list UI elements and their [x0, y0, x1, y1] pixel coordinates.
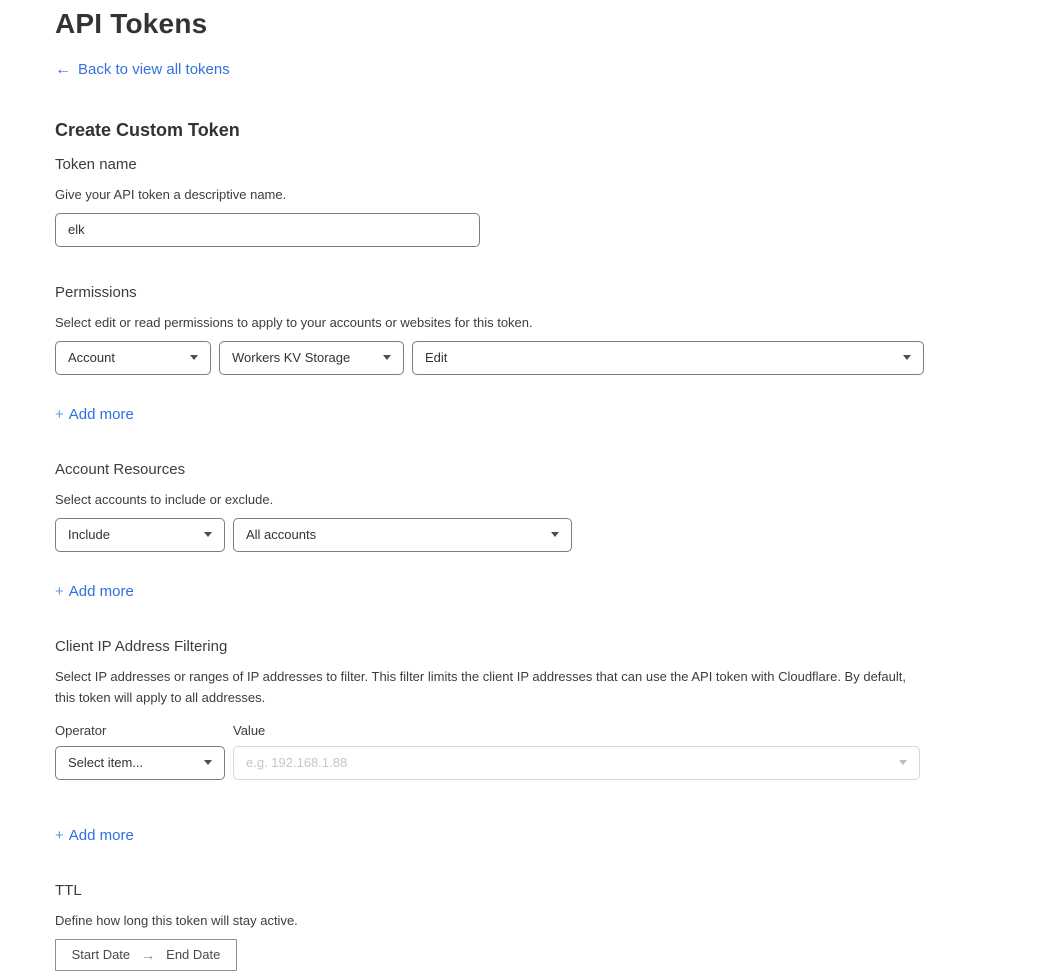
- add-more-permissions-link[interactable]: + Add more: [55, 406, 134, 423]
- back-link-label: Back to view all tokens: [78, 61, 230, 78]
- token-name-description: Give your API token a descriptive name.: [55, 184, 1043, 205]
- start-date-label: Start Date: [72, 947, 131, 962]
- page-title: API Tokens: [55, 8, 1043, 40]
- ip-operator-value: Select item...: [68, 755, 143, 770]
- add-more-label: Add more: [69, 583, 134, 600]
- ttl-section: TTL Define how long this token will stay…: [55, 882, 1043, 971]
- chevron-down-icon: [190, 355, 198, 360]
- back-arrow-icon: ←: [55, 62, 71, 78]
- api-tokens-page: API Tokens ← Back to view all tokens Cre…: [0, 0, 1043, 917]
- ttl-date-range-picker[interactable]: Start Date → End Date: [55, 939, 237, 971]
- ip-filtering-description: Select IP addresses or ranges of IP addr…: [55, 666, 910, 708]
- token-name-label: Token name: [55, 156, 1043, 173]
- ip-value-combobox[interactable]: [233, 746, 920, 780]
- resource-mode-select[interactable]: Include: [55, 518, 225, 552]
- right-arrow-icon: →: [141, 947, 155, 963]
- ip-filtering-label: Client IP Address Filtering: [55, 638, 1043, 655]
- add-more-ip-filter-link[interactable]: + Add more: [55, 827, 134, 844]
- add-more-label: Add more: [69, 406, 134, 423]
- permission-category-value: Workers KV Storage: [232, 350, 350, 365]
- chevron-down-icon: [551, 532, 559, 537]
- permission-scope-select[interactable]: Account: [55, 341, 211, 375]
- permissions-label: Permissions: [55, 284, 1043, 301]
- token-name-section: Token name Give your API token a descrip…: [55, 156, 1043, 247]
- form-heading: Create Custom Token: [55, 120, 1043, 140]
- account-resources-label: Account Resources: [55, 461, 1043, 478]
- end-date-label: End Date: [166, 947, 220, 962]
- chevron-down-icon: [204, 532, 212, 537]
- add-more-account-resources-link[interactable]: + Add more: [55, 583, 134, 600]
- ip-value-input[interactable]: [246, 755, 891, 770]
- add-more-label: Add more: [69, 827, 134, 844]
- resource-target-select[interactable]: All accounts: [233, 518, 572, 552]
- account-resources-section: Account Resources Select accounts to inc…: [55, 461, 1043, 601]
- chevron-down-icon: [383, 355, 391, 360]
- permission-scope-value: Account: [68, 350, 115, 365]
- token-name-input[interactable]: [55, 213, 480, 247]
- back-link[interactable]: ← Back to view all tokens: [55, 61, 230, 78]
- permissions-section: Permissions Select edit or read permissi…: [55, 284, 1043, 424]
- value-column-label: Value: [233, 723, 265, 738]
- resource-mode-value: Include: [68, 527, 110, 542]
- plus-icon: +: [55, 827, 64, 844]
- chevron-down-icon: [899, 760, 907, 765]
- permission-access-select[interactable]: Edit: [412, 341, 924, 375]
- operator-column-label: Operator: [55, 723, 233, 738]
- ttl-description: Define how long this token will stay act…: [55, 910, 1043, 931]
- resource-target-value: All accounts: [246, 527, 316, 542]
- permission-access-value: Edit: [425, 350, 447, 365]
- ip-filtering-section: Client IP Address Filtering Select IP ad…: [55, 638, 1043, 845]
- plus-icon: +: [55, 406, 64, 423]
- permissions-description: Select edit or read permissions to apply…: [55, 312, 1043, 333]
- permission-category-select[interactable]: Workers KV Storage: [219, 341, 404, 375]
- chevron-down-icon: [204, 760, 212, 765]
- chevron-down-icon: [903, 355, 911, 360]
- plus-icon: +: [55, 583, 64, 600]
- ttl-label: TTL: [55, 882, 1043, 899]
- ip-operator-select[interactable]: Select item...: [55, 746, 225, 780]
- account-resources-description: Select accounts to include or exclude.: [55, 489, 1043, 510]
